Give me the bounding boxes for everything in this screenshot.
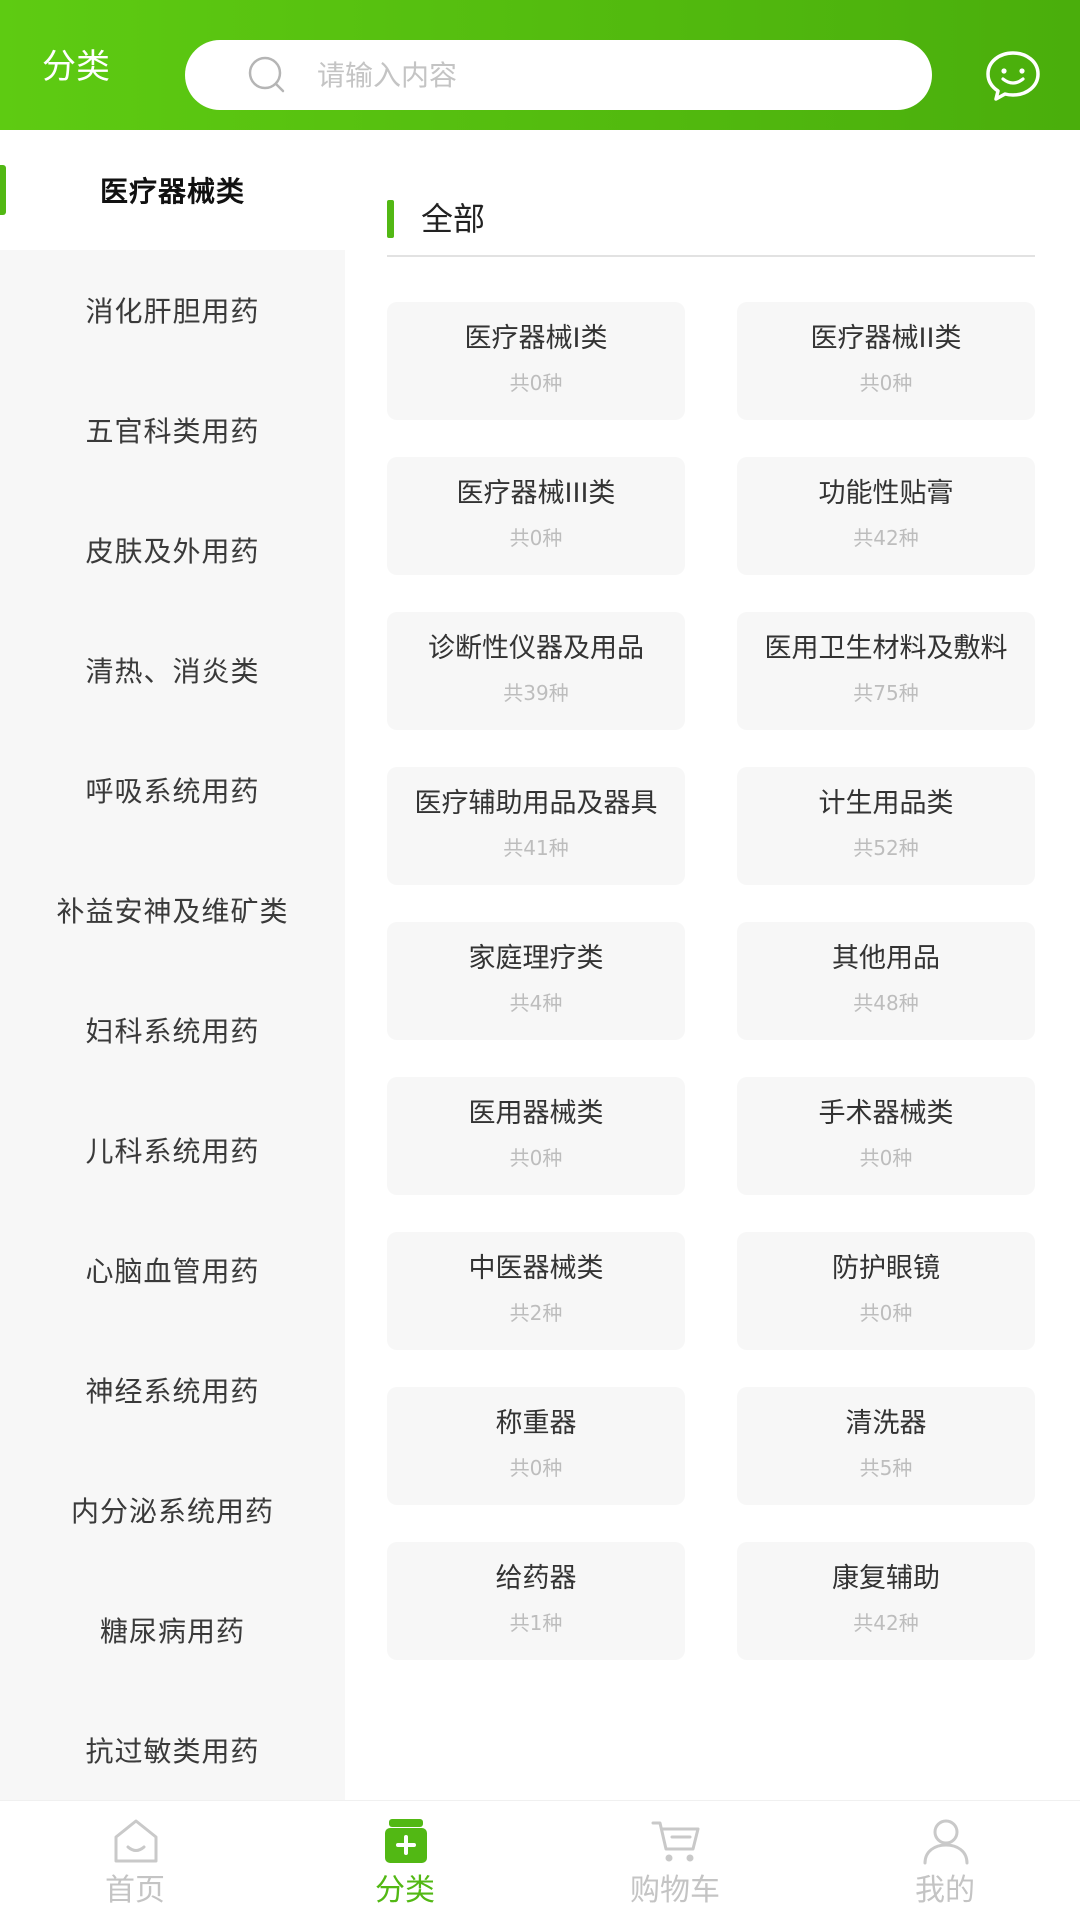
search-bar[interactable] — [185, 40, 932, 110]
category-card[interactable]: 手术器械类 共0种 — [737, 1077, 1035, 1195]
sidebar-item-medical-devices[interactable]: 医疗器械类 — [0, 130, 345, 250]
category-count: 共1种 — [509, 1611, 563, 1635]
category-count: 共41种 — [503, 836, 569, 860]
category-icon — [385, 1819, 427, 1863]
category-name: 诊断性仪器及用品 — [428, 633, 644, 664]
category-card[interactable]: 其他用品 共48种 — [737, 922, 1035, 1040]
category-name: 计生用品类 — [818, 788, 954, 819]
category-count: 共42种 — [853, 1611, 919, 1635]
category-count: 共0种 — [859, 1146, 913, 1170]
category-count: 共0种 — [509, 526, 563, 550]
category-count: 共0种 — [509, 371, 563, 395]
sidebar-item-diabetes[interactable]: 糖尿病用药 — [0, 1570, 345, 1690]
sidebar-item-cardio[interactable]: 心脑血管用药 — [0, 1210, 345, 1330]
sidebar-item-respiratory[interactable]: 呼吸系统用药 — [0, 730, 345, 850]
sidebar-item-pediatrics[interactable]: 儿科系统用药 — [0, 1090, 345, 1210]
category-name: 给药器 — [495, 1563, 577, 1594]
category-card[interactable]: 称重器 共0种 — [387, 1387, 685, 1505]
bottom-tab-bar: 首页 分类 购物车 我的 — [0, 1800, 1080, 1920]
category-count: 共42种 — [853, 526, 919, 550]
category-name: 称重器 — [495, 1408, 577, 1439]
top-header: 分类 — [0, 0, 1080, 130]
tab-home[interactable]: 首页 — [0, 1801, 270, 1921]
category-card[interactable]: 医疗辅助用品及器具 共41种 — [387, 767, 685, 885]
category-card[interactable]: 医疗器械I类 共0种 — [387, 302, 685, 420]
category-count: 共5种 — [859, 1456, 913, 1480]
section-accent-bar — [387, 200, 394, 238]
category-card[interactable]: 清洗器 共5种 — [737, 1387, 1035, 1505]
message-icon[interactable] — [985, 50, 1041, 102]
category-card[interactable]: 诊断性仪器及用品 共39种 — [387, 612, 685, 730]
tab-profile[interactable]: 我的 — [810, 1801, 1080, 1921]
tab-cart[interactable]: 购物车 — [540, 1801, 810, 1921]
sidebar-item-gynecology[interactable]: 妇科系统用药 — [0, 970, 345, 1090]
sidebar-item-nervous[interactable]: 神经系统用药 — [0, 1330, 345, 1450]
category-count: 共4种 — [509, 991, 563, 1015]
category-count: 共0种 — [859, 1301, 913, 1325]
category-card[interactable]: 给药器 共1种 — [387, 1542, 685, 1660]
category-card[interactable]: 医疗器械II类 共0种 — [737, 302, 1035, 420]
category-card[interactable]: 医用卫生材料及敷料 共75种 — [737, 612, 1035, 730]
category-count: 共39种 — [503, 681, 569, 705]
sidebar-item-ent[interactable]: 五官科类用药 — [0, 370, 345, 490]
category-name: 功能性贴膏 — [818, 478, 954, 509]
category-name: 中医器械类 — [468, 1253, 604, 1284]
category-count: 共0种 — [859, 371, 913, 395]
category-name: 手术器械类 — [818, 1098, 954, 1129]
home-icon — [114, 1819, 158, 1863]
category-card[interactable]: 中医器械类 共2种 — [387, 1232, 685, 1350]
category-card[interactable]: 康复辅助 共42种 — [737, 1542, 1035, 1660]
search-icon — [248, 56, 285, 93]
category-name: 医疗器械I类 — [464, 323, 608, 354]
category-name: 清洗器 — [845, 1408, 927, 1439]
profile-icon — [923, 1819, 969, 1865]
category-card[interactable]: 防护眼镜 共0种 — [737, 1232, 1035, 1350]
category-name: 防护眼镜 — [832, 1253, 940, 1284]
sidebar-item-anti-inflammatory[interactable]: 清热、消炎类 — [0, 610, 345, 730]
category-name: 康复辅助 — [832, 1563, 940, 1594]
category-sidebar: 医疗器械类 消化肝胆用药 五官科类用药 皮肤及外用药 清热、消炎类 呼吸系统用药… — [0, 130, 345, 1800]
tab-cart-label: 购物车 — [630, 1873, 720, 1908]
category-count: 共0种 — [509, 1146, 563, 1170]
category-count: 共52种 — [853, 836, 919, 860]
section-title: 全部 — [421, 200, 486, 238]
tab-home-label: 首页 — [105, 1873, 165, 1908]
category-count: 共2种 — [509, 1301, 563, 1325]
category-name: 医疗辅助用品及器具 — [414, 788, 658, 819]
category-count: 共48种 — [853, 991, 919, 1015]
category-card[interactable]: 家庭理疗类 共4种 — [387, 922, 685, 1040]
cart-icon — [651, 1821, 700, 1862]
category-count: 共75种 — [853, 681, 919, 705]
category-card[interactable]: 医疗器械III类 共0种 — [387, 457, 685, 575]
page-title: 分类 — [42, 47, 110, 87]
sidebar-item-antiallergy[interactable]: 抗过敏类用药 — [0, 1690, 345, 1810]
category-card[interactable]: 计生用品类 共52种 — [737, 767, 1035, 885]
category-card[interactable]: 医用器械类 共0种 — [387, 1077, 685, 1195]
sidebar-item-endocrine[interactable]: 内分泌系统用药 — [0, 1450, 345, 1570]
tab-category-label: 分类 — [375, 1873, 435, 1908]
tab-category[interactable]: 分类 — [270, 1801, 540, 1921]
category-name: 医用卫生材料及敷料 — [764, 633, 1008, 664]
category-name: 家庭理疗类 — [468, 943, 604, 974]
category-name: 医疗器械III类 — [456, 478, 616, 509]
category-count: 共0种 — [509, 1456, 563, 1480]
category-name: 其他用品 — [832, 943, 940, 974]
category-name: 医用器械类 — [468, 1098, 604, 1129]
section-header: 全部 — [387, 195, 1035, 257]
search-input[interactable] — [315, 40, 895, 110]
tab-profile-label: 我的 — [915, 1873, 975, 1908]
sidebar-item-tonic-vitamins[interactable]: 补益安神及维矿类 — [0, 850, 345, 970]
sidebar-item-digestive[interactable]: 消化肝胆用药 — [0, 250, 345, 370]
category-name: 医疗器械II类 — [810, 323, 962, 354]
sidebar-item-skin[interactable]: 皮肤及外用药 — [0, 490, 345, 610]
category-card[interactable]: 功能性贴膏 共42种 — [737, 457, 1035, 575]
